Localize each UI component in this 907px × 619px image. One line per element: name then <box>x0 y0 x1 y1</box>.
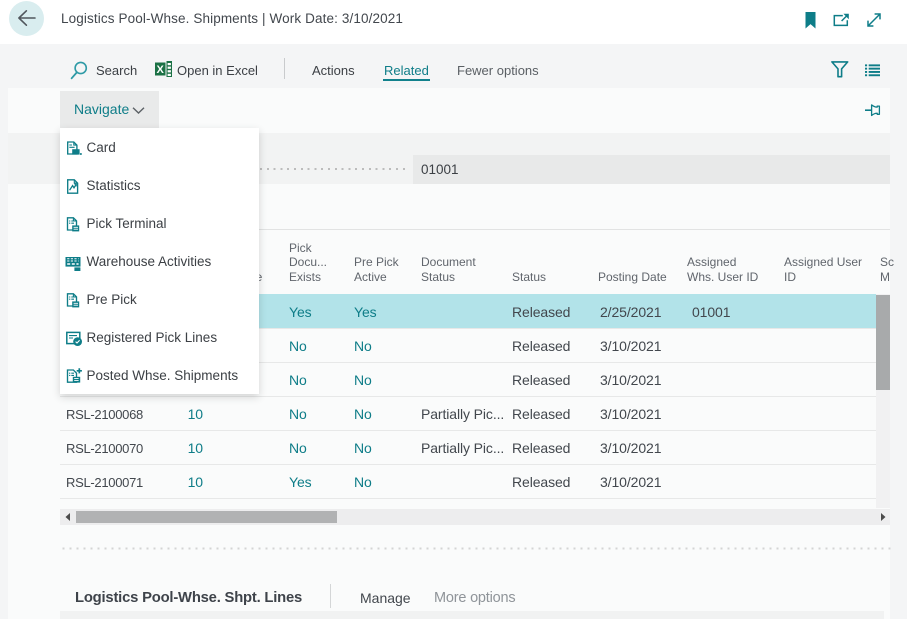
svg-text:X: X <box>157 64 165 76</box>
